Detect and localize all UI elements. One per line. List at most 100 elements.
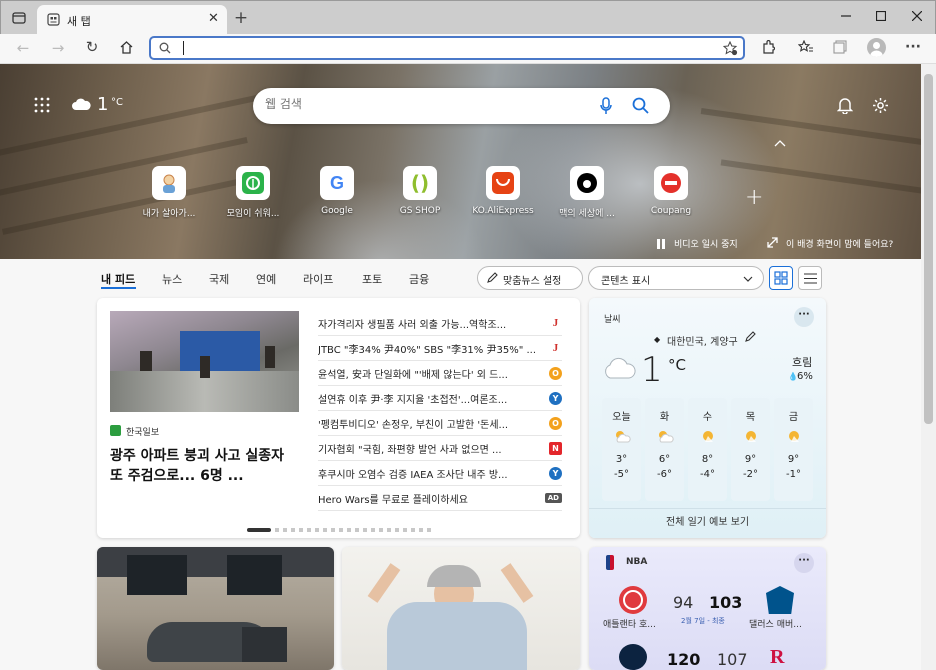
search-submit-icon[interactable] [632,97,650,118]
nba-logo-icon [606,555,614,570]
headline-text: 기자협회 "국힘, 좌편향 발언 사과 없으면 ... [318,444,502,456]
web-search-box[interactable] [253,88,670,124]
full-forecast-link[interactable]: 전체 일기 예보 보기 [666,513,749,528]
quicklink-1[interactable]: 내가 살아가... [133,166,205,219]
tab-entertainment[interactable]: 연예 [256,271,276,287]
minimize-button[interactable] [836,8,856,24]
address-bar[interactable] [149,36,745,60]
extensions-icon[interactable] [759,38,777,56]
profile-avatar[interactable] [867,38,886,57]
content-display-select[interactable]: 콘텐츠 표시 [588,266,764,290]
home-button[interactable] [117,38,135,56]
forward-button[interactable]: → [49,39,67,57]
notifications-bell-icon[interactable] [836,97,854,117]
forecast-day-name: 수 [702,412,713,423]
apps-grid-icon[interactable] [34,97,50,113]
forecast-day[interactable]: 금 9° -1° [774,398,813,501]
collections-icon[interactable] [831,38,849,56]
new-orleans-pelicans-logo-icon [619,644,647,670]
headline-item[interactable]: '펭컴투비디오' 손정우, 부친이 고발한 '돈세... O [318,411,562,436]
divider [589,508,826,509]
refresh-button[interactable]: ↻ [83,38,101,56]
quicklink-label: Google [321,206,353,216]
microphone-icon[interactable] [600,97,612,118]
ad-item[interactable]: Hero Wars를 무료로 플레이하세요 AD [318,486,562,511]
main-story-title[interactable]: 광주 아파트 붕괴 사고 실종자 또 주검으로... 6명 ... [110,446,300,486]
tab-lifestyle[interactable]: 라이프 [303,271,333,287]
weather-location[interactable]: 대한민국, 계양구 [667,333,738,348]
headline-text: 윤석열, 安과 단일화에 "'배제 않는다' 외 드... [318,369,508,381]
add-favorite-icon[interactable] [722,40,738,59]
headline-item[interactable]: JTBC "李34% 尹40%" SBS "李31% 尹35%" ... J [318,336,562,361]
forecast-high: 6° [658,454,671,465]
forecast-low: -2° [743,469,758,480]
car-story-card[interactable] [97,547,334,670]
quicklink-7[interactable]: Coupang [635,166,707,216]
scrollbar-thumb[interactable] [924,74,933,424]
forecast-low: -5° [614,469,629,480]
sunny-icon [774,429,813,446]
weather-condition: 흐림 [792,356,813,369]
chevron-down-icon [743,275,753,286]
tab-news[interactable]: 뉴스 [162,271,182,287]
settings-more-button[interactable]: ··· [904,38,922,56]
nba-title: NBA [626,557,648,567]
new-tab-button[interactable]: + [232,8,250,28]
grid-view-button[interactable] [769,266,793,290]
weather-more-icon[interactable]: ··· [794,307,814,327]
nba-more-icon[interactable]: ··· [794,553,814,573]
quicklink-6[interactable]: 맥의 세상에 ... [551,166,623,219]
content-display-label: 콘텐츠 표시 [601,276,651,287]
list-view-button[interactable] [798,266,822,290]
forecast-day[interactable]: 수 8° -4° [688,398,727,501]
forecast-high: 9° [787,454,800,465]
cloud-icon [71,98,91,114]
tab-finance[interactable]: 금융 [409,271,429,287]
pause-icon[interactable] [656,238,666,249]
pause-video-label[interactable]: 비디오 일시 중지 [674,237,738,250]
close-window-button[interactable] [907,8,927,24]
forecast-low: -4° [700,469,715,480]
tab-world[interactable]: 국제 [209,271,229,287]
maximize-button[interactable] [871,8,891,24]
forecast-day[interactable]: 목 9° -2° [731,398,770,501]
like-background-label[interactable]: 이 배경 화면이 맘에 들어요? [786,237,893,250]
headline-item[interactable]: 기자협회 "국힘, 좌편향 발언 사과 없으면 ... N [318,436,562,461]
forecast-day[interactable]: 오늘 3° -5° [602,398,641,501]
google-icon: G [320,166,354,200]
edit-location-icon[interactable] [745,331,756,345]
expand-icon[interactable] [767,237,778,251]
top-weather-temp[interactable]: 1 [97,94,108,115]
headline-text: '펭컴투비디오' 손정우, 부친이 고발한 '돈세... [318,419,509,431]
favorites-icon[interactable] [797,38,815,56]
personalize-button[interactable]: 맞춤뉴스 설정 [477,266,583,290]
headline-item[interactable]: 윤석열, 安과 단일화에 "'배제 않는다' 외 드... O [318,361,562,386]
tab-actions-icon[interactable] [10,9,28,27]
main-story-image[interactable] [110,311,299,412]
forecast-day[interactable]: 화 6° -6° [645,398,684,501]
tab-my-feed[interactable]: 내 피드 [101,271,135,287]
headline-item[interactable]: 자가격리자 생필품 사러 외출 가능...역학조... J [318,311,562,336]
headline-item[interactable]: 후쿠시마 오염수 검증 IAEA 조사단 내주 방... Y [318,461,562,486]
main-story-source[interactable]: 한국일보 [126,425,159,438]
quicklink-2[interactable]: 모임이 쉬워... [217,166,289,219]
tab-new-tab[interactable]: 새 탭 ✕ [37,5,227,35]
add-quicklink-button[interactable]: + [745,185,763,210]
top-weather-unit: °C [111,97,123,108]
collapse-chevron-up-icon[interactable] [774,137,786,150]
page-settings-gear-icon[interactable] [872,97,889,117]
carousel-dots[interactable] [275,528,431,532]
man-story-card[interactable] [342,547,580,670]
carousel-active-dot[interactable] [247,528,271,532]
close-tab-icon[interactable]: ✕ [208,11,219,26]
back-button[interactable]: ← [14,39,32,57]
source-badge: O [549,366,562,380]
search-input[interactable] [265,97,585,111]
headline-item[interactable]: 설연휴 이후 尹·李 지지율 '초접전'...여론조... Y [318,386,562,411]
tab-photo[interactable]: 포토 [362,271,382,287]
weather-precip: 6% [797,371,813,382]
quicklink-3[interactable]: G Google [301,166,373,216]
grid-view-icon [774,271,788,285]
quicklink-5[interactable]: KO.AliExpress [467,166,539,216]
quicklink-4[interactable]: () GS SHOP [384,166,456,216]
